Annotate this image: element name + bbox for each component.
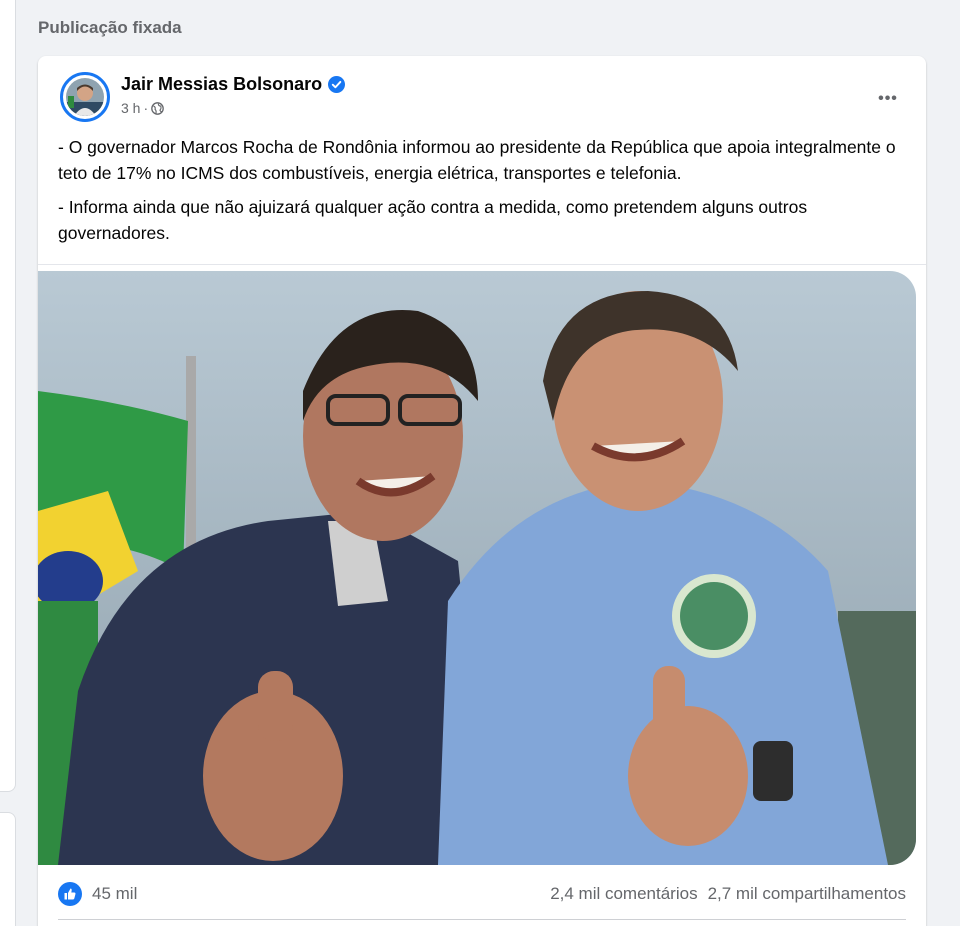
post-card: Jair Messias Bolsonaro 3 h · ••• - O gov… [38, 56, 926, 926]
reaction-count[interactable]: 45 mil [92, 884, 137, 904]
author-avatar[interactable] [60, 72, 110, 122]
left-column-card-lower [0, 812, 16, 926]
more-options-button[interactable]: ••• [870, 88, 906, 110]
author-name[interactable]: Jair Messias Bolsonaro [121, 74, 322, 95]
pinned-post-heading: Publicação fixada [38, 18, 182, 37]
post-photo[interactable] [38, 271, 916, 865]
post-photo-frame [38, 264, 926, 866]
shares-count-link[interactable]: 2,7 mil compartilhamentos [708, 884, 906, 904]
post-paragraph: - Informa ainda que não ajuizará qualque… [58, 197, 808, 243]
reactions-bar: 45 mil 2,4 mil comentários 2,7 mil compa… [58, 868, 906, 920]
verified-badge-icon [328, 76, 346, 93]
post-header: Jair Messias Bolsonaro 3 h · ••• [58, 70, 906, 126]
globe-icon[interactable] [151, 101, 164, 115]
left-column-card [0, 0, 16, 792]
post-paragraph: - O governador Marcos Rocha de Rondônia … [58, 137, 896, 183]
reaction-summary[interactable]: 45 mil [58, 881, 137, 906]
comments-count-link[interactable]: 2,4 mil comentários [550, 884, 697, 904]
meta-separator: · [143, 100, 149, 116]
post-timestamp[interactable]: 3 h [121, 100, 140, 116]
post-text: - O governador Marcos Rocha de Rondônia … [58, 134, 904, 254]
like-reaction-icon [58, 881, 82, 906]
more-options-icon: ••• [878, 90, 898, 107]
